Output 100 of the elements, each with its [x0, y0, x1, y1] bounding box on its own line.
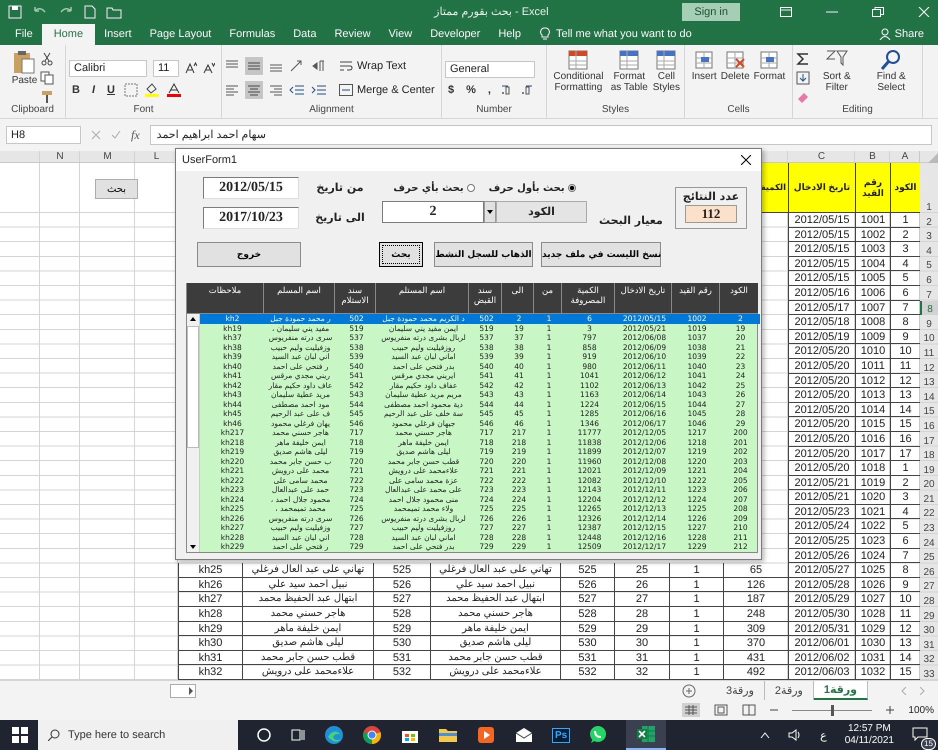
number-format-button[interactable]: $	[445, 84, 458, 96]
styles-button[interactable]: Conditional Formatting	[550, 48, 607, 94]
search-button[interactable]: بحث	[95, 179, 138, 199]
row-header[interactable]: 12	[920, 358, 938, 374]
page-break-icon[interactable]	[742, 704, 756, 716]
row-header[interactable]: 17	[920, 432, 938, 446]
chrome-like-icon[interactable]	[362, 725, 382, 745]
media-player-icon[interactable]	[476, 725, 496, 745]
ribbon-tab[interactable]: Developer	[421, 24, 490, 45]
criterion-field[interactable]: الكود	[496, 201, 587, 223]
column-header[interactable]: B	[855, 151, 890, 163]
tell-me-search[interactable]: Tell me what you want to do	[556, 28, 692, 45]
date-field[interactable]: 2017/10/23	[203, 207, 299, 229]
dropdown-button[interactable]	[484, 201, 496, 223]
merge-center-button[interactable]: Merge & Center	[333, 84, 435, 96]
row-header[interactable]: 33	[920, 665, 938, 680]
insert-function-button[interactable]: fx	[131, 128, 140, 142]
share-button[interactable]: Share	[890, 24, 938, 45]
ribbon-tab[interactable]: Formulas	[220, 24, 284, 45]
borders-icon[interactable]	[124, 82, 138, 96]
align-right-icon[interactable]	[269, 83, 283, 97]
zoom-thumb[interactable]	[831, 704, 834, 716]
font-size-field[interactable]: 11	[153, 60, 179, 76]
chevron-up-icon[interactable]	[760, 731, 770, 739]
normal-view-icon[interactable]	[682, 703, 700, 717]
align-center-icon[interactable]	[245, 81, 263, 99]
results-list[interactable]	[186, 313, 758, 553]
mail-icon[interactable]	[514, 725, 534, 745]
wrap-text-button[interactable]: Wrap Text	[333, 60, 406, 72]
row-header[interactable]: 30	[920, 622, 938, 636]
copy-icon[interactable]	[40, 71, 54, 85]
row-header[interactable]: 14	[920, 388, 938, 403]
font-style-button[interactable]: I	[88, 84, 98, 96]
scroll-right-icon[interactable]	[187, 686, 195, 694]
row-header[interactable]: 18	[920, 446, 938, 462]
number-format-field[interactable]: General	[445, 60, 535, 78]
column-header[interactable]: L	[135, 151, 178, 163]
row-header[interactable]: 3	[920, 228, 938, 242]
windows-logo-icon[interactable]	[12, 727, 28, 743]
name-box[interactable]: H8	[6, 126, 81, 144]
row-header[interactable]: 24	[920, 534, 938, 549]
row-header[interactable]: 27	[920, 578, 938, 592]
row-header[interactable]: 31	[920, 636, 938, 651]
row-header[interactable]: 6	[920, 271, 938, 286]
time-text[interactable]: 12:57 PM	[848, 723, 891, 735]
row-header[interactable]: 29	[920, 607, 938, 622]
column-header[interactable]: M	[80, 151, 135, 163]
row-header[interactable]: 19	[920, 461, 938, 476]
radio-option[interactable]: بحث بأي حرف	[393, 182, 475, 194]
chat-bubble-icon[interactable]	[588, 725, 608, 745]
decrease-decimal-icon[interactable]	[520, 84, 534, 96]
date-field[interactable]: 2012/05/15	[203, 177, 299, 199]
search-field[interactable]: Type here to search	[38, 720, 238, 750]
zoom-level[interactable]: 100%	[908, 704, 934, 716]
column-header[interactable]: C	[788, 151, 855, 163]
column-header[interactable]: A	[890, 151, 920, 163]
cells-button[interactable]: Delete	[720, 48, 751, 83]
photoshop-icon[interactable]: Ps	[552, 728, 570, 742]
active-app-button[interactable]	[626, 720, 666, 750]
paragraph-icon[interactable]	[311, 59, 327, 73]
cells-button[interactable]: Format	[752, 48, 786, 83]
sign-in-button[interactable]: Sign in	[682, 2, 740, 20]
increase-indent-icon[interactable]	[311, 83, 327, 97]
sheet-tab[interactable]: ورقة1	[814, 681, 868, 700]
horizontal-scrollbar[interactable]	[170, 684, 196, 698]
row-header[interactable]: 20	[920, 476, 938, 490]
restore-icon[interactable]	[872, 6, 884, 16]
scrollbar[interactable]	[187, 314, 200, 552]
radio-button[interactable]	[466, 184, 475, 192]
add-sheet-icon[interactable]	[682, 684, 696, 698]
zoom-in-icon[interactable]	[886, 706, 894, 714]
date-text[interactable]: 04/11/2021	[844, 735, 894, 747]
input-language[interactable]: ع	[820, 728, 827, 742]
browser-icon[interactable]	[324, 725, 344, 745]
row-header[interactable]: 13	[920, 374, 938, 388]
search-value-field[interactable]: 2	[382, 201, 484, 223]
form-button[interactable]: بحث	[379, 242, 423, 267]
row-header[interactable]: 2	[920, 213, 938, 228]
fill-down-icon[interactable]	[796, 71, 810, 85]
ribbon-tab[interactable]: File	[6, 24, 42, 45]
row-header[interactable]: 16	[920, 417, 938, 432]
check-icon[interactable]	[111, 130, 121, 140]
document-icon[interactable]	[84, 4, 96, 18]
cells-button[interactable]: Insert	[690, 48, 718, 83]
ribbon-tab[interactable]: Page Layout	[140, 24, 220, 45]
form-button[interactable]: خروج	[197, 242, 301, 267]
ribbon-tab[interactable]: Insert	[95, 24, 141, 45]
number-format-button[interactable]: ,	[484, 84, 494, 96]
page-layout-icon[interactable]	[714, 704, 728, 716]
ribbon-tab[interactable]: View	[380, 24, 422, 45]
sum-icon[interactable]	[796, 52, 810, 66]
form-button[interactable]: الذهاب للسجل النشط	[434, 242, 533, 267]
row-header[interactable]: 15	[920, 402, 938, 418]
row-header[interactable]: 8	[920, 300, 938, 316]
scissors-icon[interactable]	[40, 52, 54, 66]
form-button[interactable]: نسخ الليست في ملف جديد	[541, 242, 661, 267]
row-header[interactable]: 11	[920, 344, 938, 359]
styles-button[interactable]: Format as Table	[608, 48, 650, 94]
styles-button[interactable]: Cell Styles	[652, 48, 681, 94]
font-color-icon[interactable]	[166, 82, 182, 96]
